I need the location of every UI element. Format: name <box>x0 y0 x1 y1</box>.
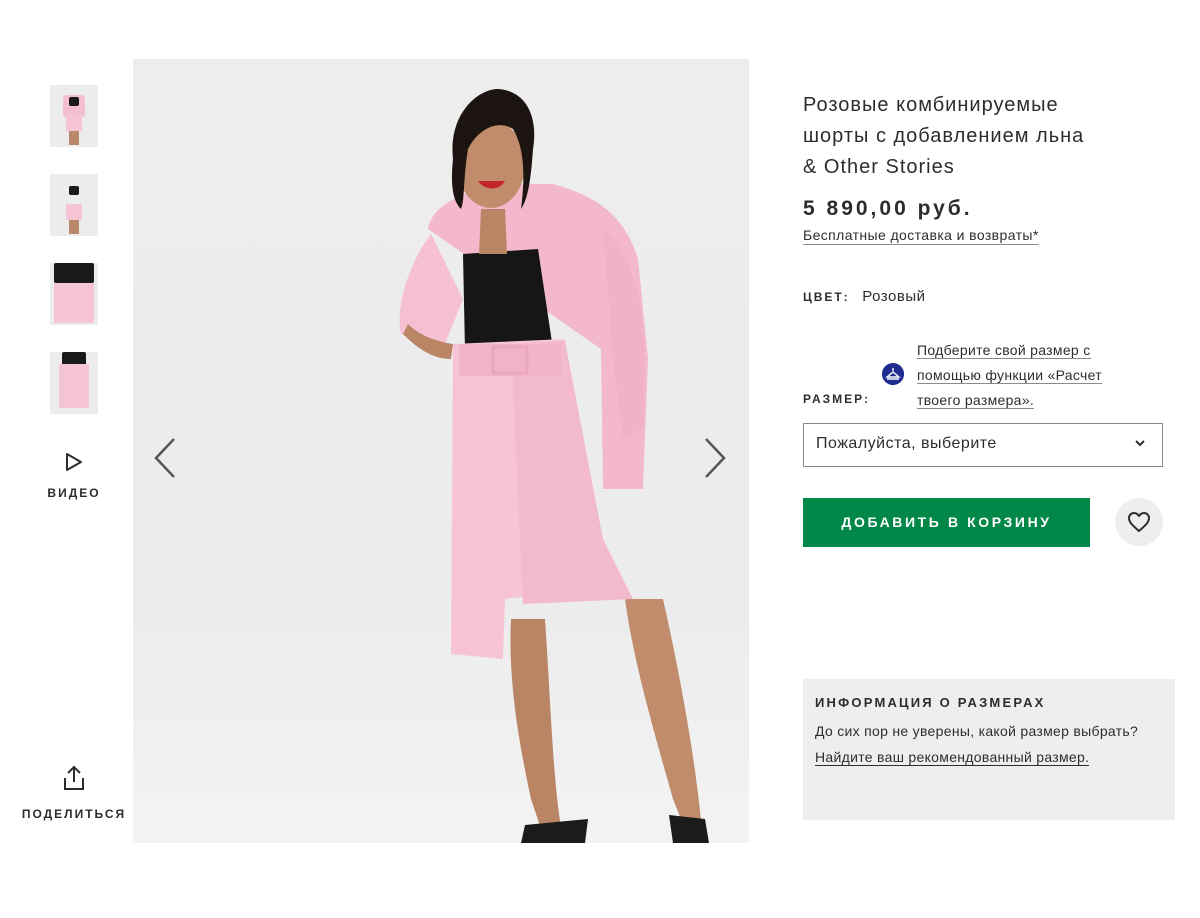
thumbnail-list <box>50 85 100 441</box>
product-title-line-3: & Other Stories <box>803 156 955 178</box>
video-label: ВИДЕО <box>47 486 101 500</box>
color-row: ЦВЕТ: Розовый <box>803 288 925 305</box>
add-to-cart-button[interactable]: ДОБАВИТЬ В КОРЗИНУ <box>803 498 1090 547</box>
size-info-panel: ИНФОРМАЦИЯ О РАЗМЕРАХ До сих пор не увер… <box>803 679 1175 820</box>
fit-line-1: Подберите свой размер с <box>917 342 1091 359</box>
size-select[interactable]: Пожалуйста, выберите <box>803 423 1163 467</box>
chevron-down-icon <box>1135 440 1145 447</box>
product-price: 5 890,00 руб. <box>803 197 973 220</box>
fit-assistant-icon[interactable] <box>882 363 904 385</box>
product-title-line-1: Розовые комбинируемые <box>803 94 1059 116</box>
free-delivery-link[interactable]: Бесплатные доставка и возвраты* <box>803 227 1039 245</box>
color-label: ЦВЕТ: <box>803 290 850 304</box>
size-info-body: До сих пор не уверены, какой размер выбр… <box>815 723 1139 739</box>
thumbnail-1[interactable] <box>50 85 98 147</box>
share-button[interactable]: ПОДЕЛИТЬСЯ <box>18 765 130 821</box>
thumbnail-3[interactable] <box>50 263 98 325</box>
size-info-heading: ИНФОРМАЦИЯ О РАЗМЕРАХ <box>815 695 1046 710</box>
thumbnail-2[interactable] <box>50 174 98 236</box>
product-photo <box>399 89 709 843</box>
chevron-left-icon[interactable] <box>152 436 178 480</box>
chevron-right-icon[interactable] <box>702 436 728 480</box>
size-info-text: До сих пор не уверены, какой размер выбр… <box>815 718 1163 770</box>
product-main-image <box>133 59 749 843</box>
product-title: Розовые комбинируемые шорты с добавление… <box>803 90 1173 183</box>
size-select-value: Пожалуйста, выберите <box>816 435 997 452</box>
color-value: Розовый <box>862 288 926 305</box>
heart-icon <box>1128 512 1150 532</box>
size-label: РАЗМЕР: <box>803 392 870 406</box>
play-icon <box>66 453 82 471</box>
fit-line-3: твоего размера». <box>917 392 1035 409</box>
share-label: ПОДЕЛИТЬСЯ <box>21 807 127 821</box>
thumbnail-4[interactable] <box>50 352 98 414</box>
share-icon <box>64 765 84 790</box>
video-button[interactable]: ВИДЕО <box>40 452 108 500</box>
save-for-later-button[interactable] <box>1115 498 1163 546</box>
size-recommendation-link[interactable]: Найдите ваш рекомендованный размер. <box>815 749 1090 766</box>
fit-assistant-link[interactable]: Подберите свой размер с помощью функции … <box>917 338 1147 413</box>
fit-line-2: помощью функции «Расчет <box>917 367 1102 384</box>
product-details: Розовые комбинируемые шорты с добавление… <box>803 90 1173 245</box>
product-title-line-2: шорты с добавлением льна <box>803 125 1085 147</box>
